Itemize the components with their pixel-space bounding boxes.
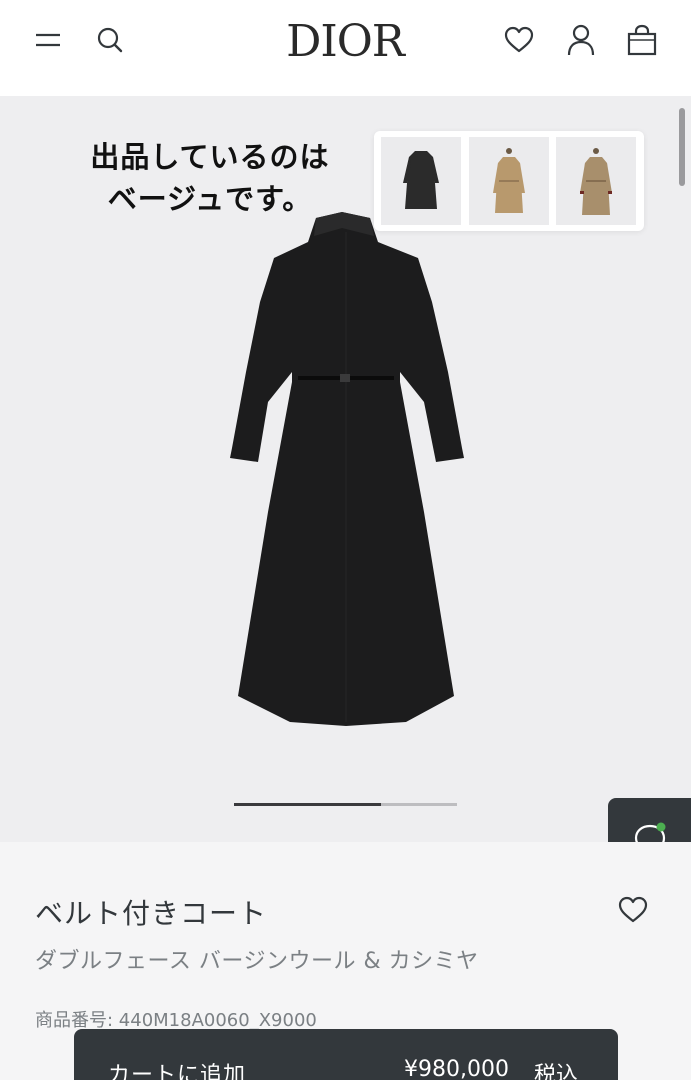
- dior-logo[interactable]: DIOR: [225, 12, 465, 72]
- heart-icon[interactable]: [497, 18, 541, 62]
- online-status-dot: [656, 822, 665, 832]
- page-scrollbar[interactable]: [679, 108, 685, 186]
- menu-icon[interactable]: [26, 18, 70, 62]
- product-title: ベルト付きコート: [35, 897, 268, 930]
- seller-note-line-1: 出品しているのは: [90, 140, 330, 174]
- product-reference-value: 440M18A0060_X9000: [118, 1010, 317, 1031]
- product-image-coat: [230, 212, 464, 726]
- gallery-progress-fill: [234, 803, 382, 806]
- add-to-cart-button[interactable]: カートに追加 ¥980,000 税込: [74, 1029, 618, 1080]
- product-subtitle: ダブルフェース バージンウール & カシミヤ: [35, 949, 479, 974]
- thumbnail-beige-trench[interactable]: [469, 137, 549, 225]
- tax-included-label: 税込: [534, 1063, 579, 1080]
- bag-icon[interactable]: [620, 18, 664, 62]
- add-to-cart-label: カートに追加: [108, 1063, 247, 1080]
- account-icon[interactable]: [559, 18, 603, 62]
- top-nav-bar: DIOR: [0, 0, 691, 96]
- search-icon[interactable]: [88, 18, 132, 62]
- product-reference-label: 商品番号:: [35, 1010, 119, 1031]
- thumbnail-beige-trench-long[interactable]: [556, 137, 636, 225]
- seller-note: 出品しているのは ベージュです。: [60, 136, 360, 220]
- gallery-progress: [234, 803, 457, 806]
- price: ¥980,000: [404, 1057, 509, 1080]
- wishlist-heart-icon[interactable]: [618, 896, 654, 928]
